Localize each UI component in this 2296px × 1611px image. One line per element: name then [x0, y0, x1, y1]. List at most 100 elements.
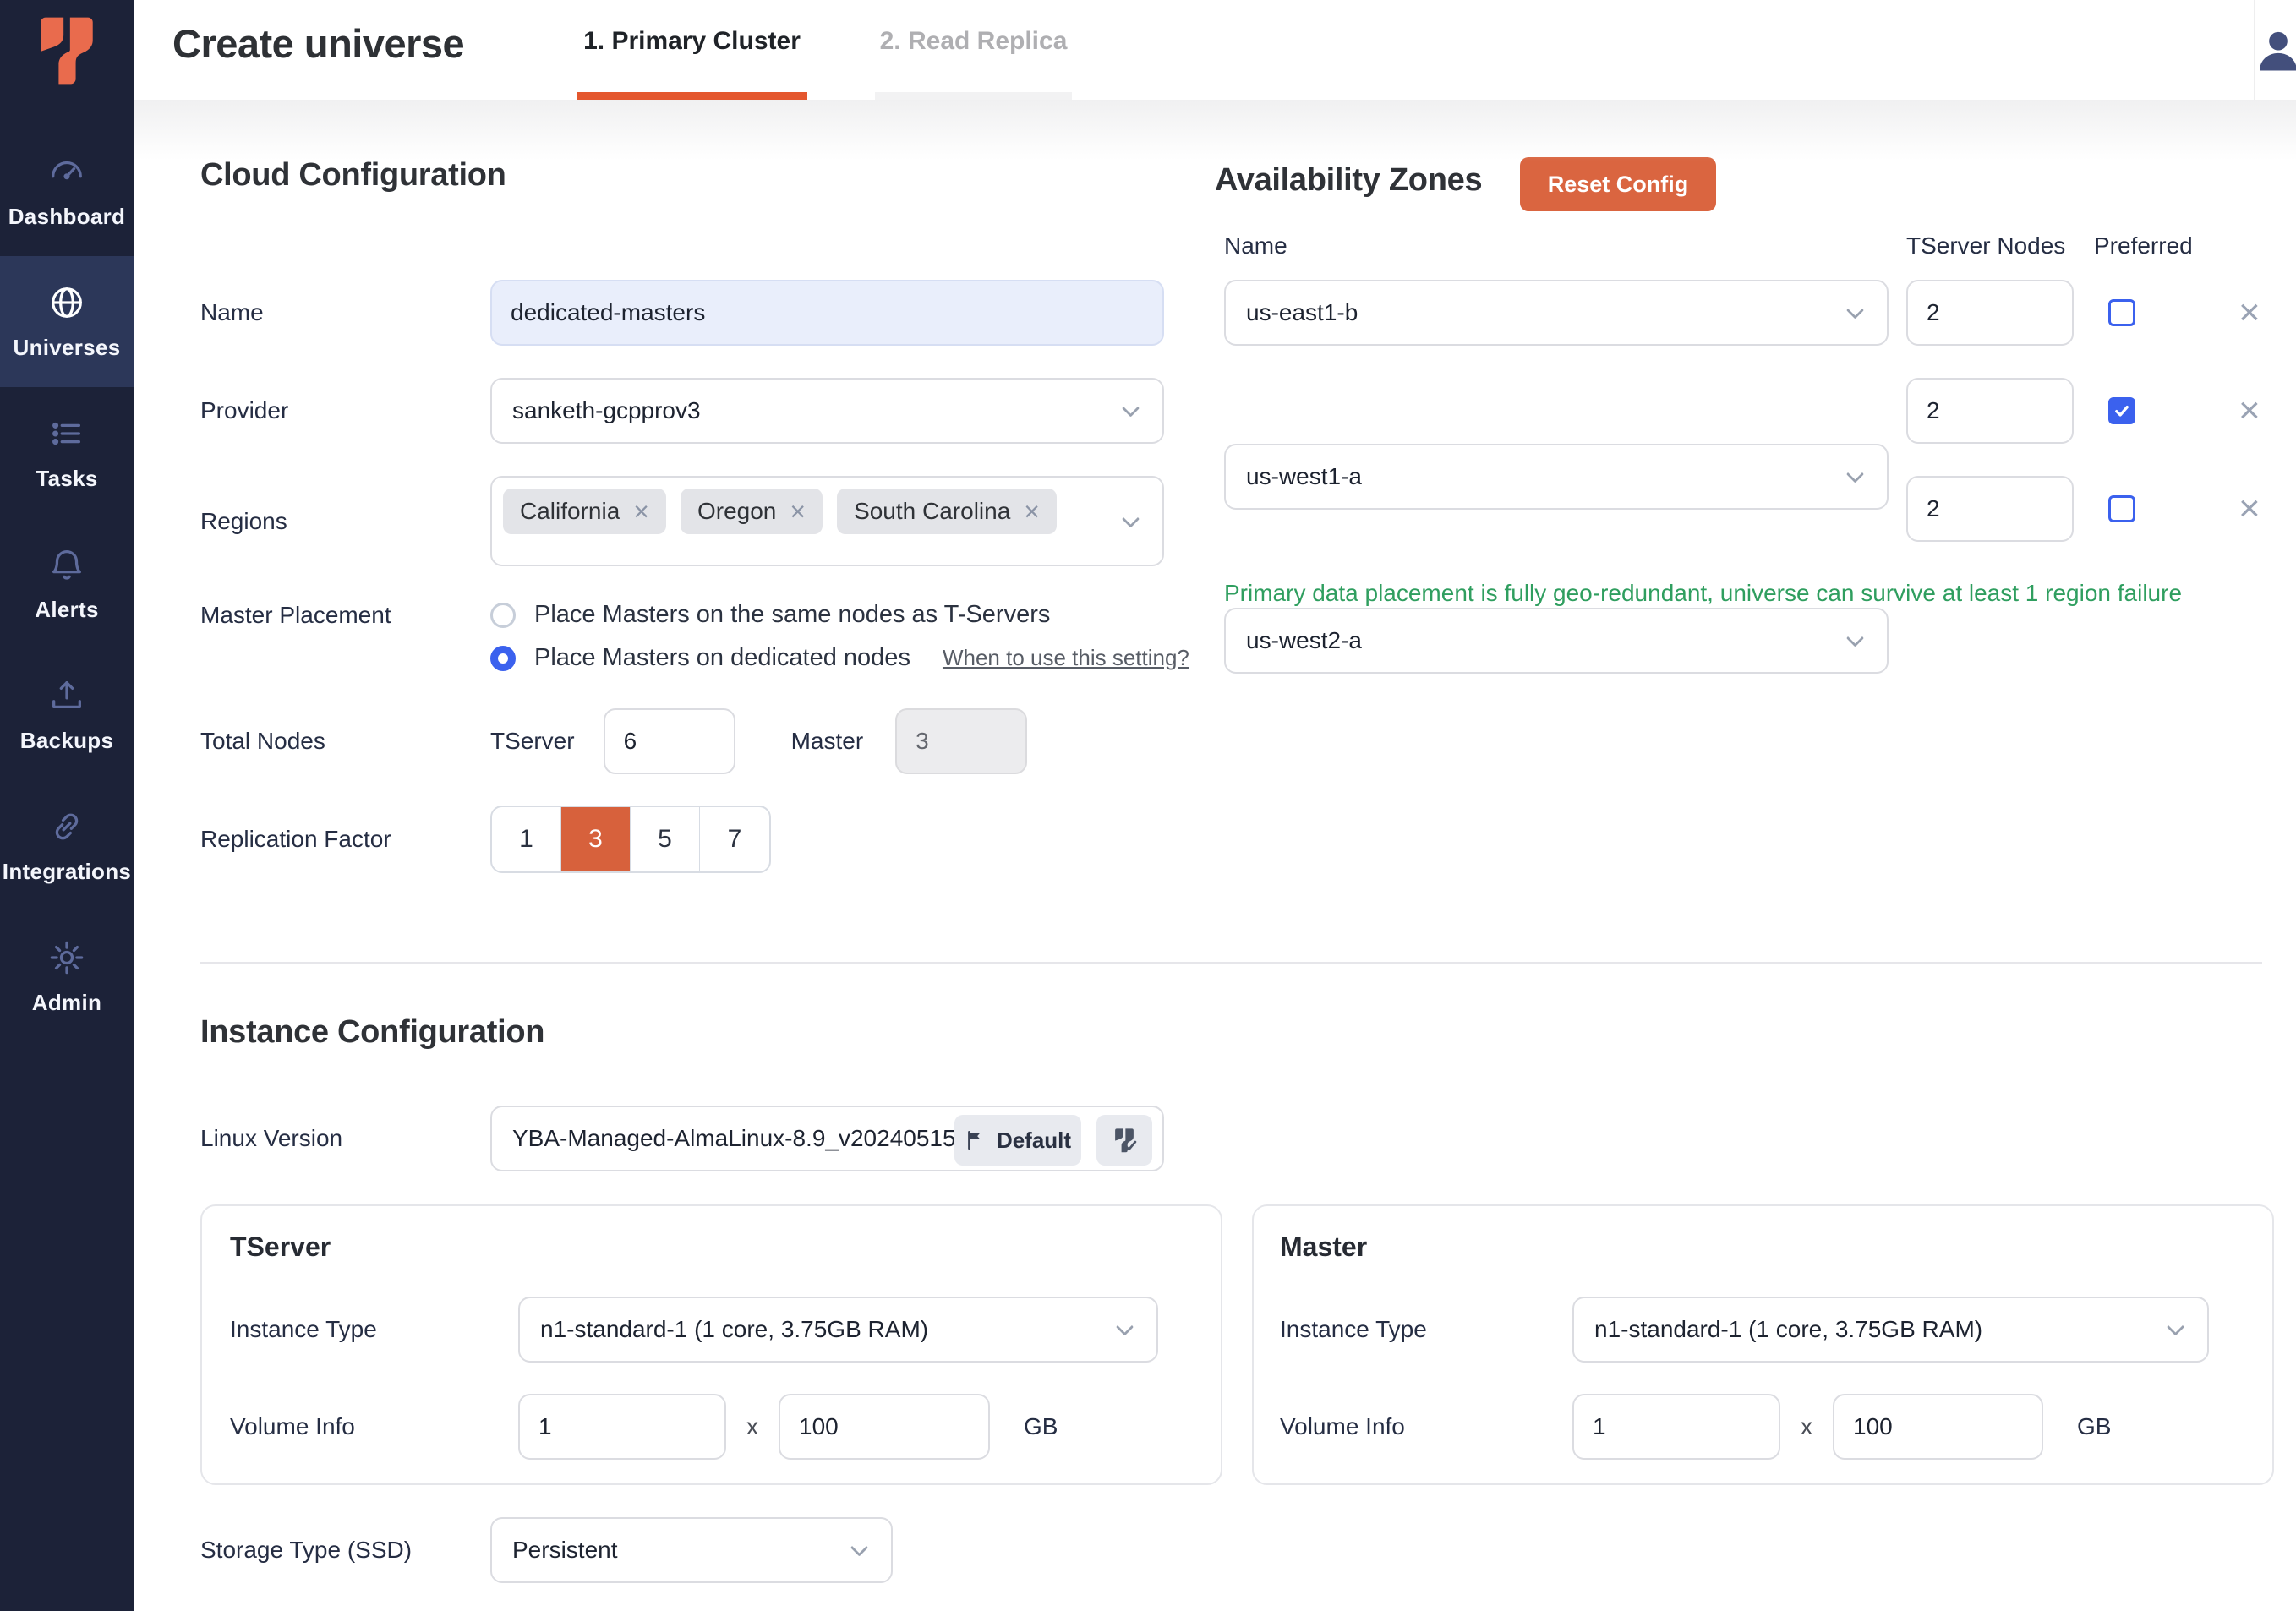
sidebar-item-backups[interactable]: Backups [0, 649, 134, 780]
tserver-card-title: TServer [230, 1231, 331, 1263]
provider-label: Provider [200, 397, 490, 424]
tab-primary-cluster[interactable]: 1. Primary Cluster [577, 0, 807, 100]
region-chip: California × [503, 489, 666, 534]
admin-icon [47, 938, 86, 981]
yugabyte-logo-icon [0, 0, 134, 100]
check-icon [2113, 402, 2131, 419]
rf-option-3-selected[interactable]: 3 [561, 807, 631, 871]
master-nodes-input [895, 708, 1027, 774]
instance-type-label: Instance Type [1280, 1316, 1572, 1343]
sidebar-item-tasks[interactable]: Tasks [0, 387, 134, 518]
total-nodes-label: Total Nodes [200, 728, 490, 755]
sidebar-item-label: Alerts [35, 597, 99, 623]
replication-factor-row: Replication Factor 1 3 5 7 [200, 806, 771, 872]
storage-type-select[interactable]: Persistent [490, 1517, 893, 1583]
sidebar-item-label: Universes [14, 335, 121, 361]
tserver-volume-row: Volume Info x GB [230, 1394, 1058, 1460]
tserver-count-label: TServer [490, 728, 575, 755]
master-instance-type-select[interactable]: n1-standard-1 (1 core, 3.75GB RAM) [1572, 1297, 2209, 1363]
radio-unselected-icon[interactable] [490, 603, 516, 628]
tserver-volume-count-input[interactable] [518, 1394, 726, 1460]
reset-config-button[interactable]: Reset Config [1520, 157, 1716, 211]
master-volume-size-input[interactable] [1833, 1394, 2043, 1460]
user-avatar-icon[interactable] [2252, 24, 2296, 80]
preferred-checkbox-unchecked[interactable] [2108, 495, 2135, 522]
volume-info-label: Volume Info [230, 1413, 518, 1440]
rf-option-5[interactable]: 5 [631, 807, 700, 871]
chip-remove-icon[interactable]: × [633, 498, 649, 525]
inactive-tab-underline [875, 92, 1072, 100]
rf-option-1[interactable]: 1 [492, 807, 561, 871]
sidebar: Dashboard Universes Tasks Alerts [0, 0, 134, 1611]
placement-option-dedicated-nodes[interactable]: Place Masters on dedicated nodes When to… [490, 644, 1189, 672]
instance-type-label: Instance Type [230, 1316, 518, 1343]
sidebar-item-integrations[interactable]: Integrations [0, 780, 134, 911]
chevron-down-icon [850, 1538, 868, 1556]
linux-version-field[interactable]: YBA-Managed-AlmaLinux-8.9_v20240515 Defa… [490, 1106, 1164, 1171]
regions-multiselect[interactable]: California × Oregon × South Carolina × [490, 476, 1164, 566]
when-to-use-link[interactable]: When to use this setting? [943, 645, 1189, 671]
radio-selected-icon[interactable] [490, 646, 516, 671]
header-shadow [134, 100, 2296, 161]
universe-name-input[interactable] [490, 280, 1164, 346]
az-col-tserver-nodes: TServer Nodes [1906, 232, 2065, 259]
az-col-preferred: Preferred [2094, 232, 2193, 259]
close-icon[interactable]: × [2239, 490, 2260, 527]
tserver-nodes-input[interactable] [604, 708, 735, 774]
chip-remove-icon[interactable]: × [1024, 498, 1040, 525]
replication-factor-label: Replication Factor [200, 826, 490, 853]
name-label: Name [200, 299, 490, 326]
az-nodes-input[interactable] [1906, 378, 2074, 444]
page-title: Create universe [172, 20, 464, 67]
chevron-down-icon [1846, 301, 1864, 319]
regions-label: Regions [200, 508, 490, 535]
name-row: Name [200, 280, 1164, 346]
rf-option-7[interactable]: 7 [700, 807, 769, 871]
sidebar-item-universes[interactable]: Universes [0, 256, 134, 387]
chip-remove-icon[interactable]: × [790, 498, 806, 525]
volume-unit: GB [2077, 1413, 2111, 1440]
tab-read-replica[interactable]: 2. Read Replica [875, 0, 1072, 100]
provider-select[interactable]: sanketh-gcpprov3 [490, 378, 1164, 444]
master-placement-options: Place Masters on the same nodes as T-Ser… [490, 601, 1189, 672]
close-icon[interactable]: × [2239, 294, 2260, 331]
linux-version-row: Linux Version YBA-Managed-AlmaLinux-8.9_… [200, 1106, 1164, 1171]
region-chip: South Carolina × [837, 489, 1057, 534]
volume-multiplier: x [746, 1413, 758, 1440]
sidebar-item-label: Admin [32, 990, 101, 1016]
storage-type-label: Storage Type (SSD) [200, 1537, 490, 1564]
az-zone-select[interactable]: us-east1-b [1224, 280, 1889, 346]
master-volume-count-input[interactable] [1572, 1394, 1780, 1460]
close-icon[interactable]: × [2239, 392, 2260, 429]
sidebar-item-alerts[interactable]: Alerts [0, 518, 134, 649]
sidebar-item-admin[interactable]: Admin [0, 911, 134, 1042]
az-zone-select[interactable]: us-west2-a [1224, 608, 1889, 674]
chevron-down-icon [1122, 510, 1140, 527]
az-nodes-input[interactable] [1906, 280, 2074, 346]
tserver-instance-type-row: Instance Type n1-standard-1 (1 core, 3.7… [230, 1297, 1158, 1363]
section-divider [200, 962, 2262, 964]
linux-version-label: Linux Version [200, 1125, 490, 1152]
master-volume-row: Volume Info x GB [1280, 1394, 2111, 1460]
placement-option-same-nodes[interactable]: Place Masters on the same nodes as T-Ser… [490, 601, 1189, 629]
tserver-instance-type-select[interactable]: n1-standard-1 (1 core, 3.75GB RAM) [518, 1297, 1158, 1363]
volume-info-label: Volume Info [1280, 1413, 1572, 1440]
linux-version-value: YBA-Managed-AlmaLinux-8.9_v20240515 [512, 1125, 956, 1152]
master-card: Master Instance Type n1-standard-1 (1 co… [1252, 1204, 2274, 1485]
sidebar-item-dashboard[interactable]: Dashboard [0, 125, 134, 256]
provider-row: Provider sanketh-gcpprov3 [200, 378, 1164, 444]
default-badge: Default [954, 1115, 1081, 1166]
replication-factor-control: 1 3 5 7 [490, 806, 771, 873]
tserver-volume-size-input[interactable] [779, 1394, 990, 1460]
sidebar-item-label: Dashboard [8, 204, 126, 230]
flag-icon [965, 1128, 987, 1152]
preferred-checkbox-unchecked[interactable] [2108, 299, 2135, 326]
availability-zones-heading: Availability Zones [1215, 162, 1482, 199]
az-zone-select[interactable]: us-west1-a [1224, 444, 1889, 510]
az-nodes-input[interactable] [1906, 476, 2074, 542]
yba-managed-icon[interactable] [1096, 1115, 1152, 1166]
master-placement-label: Master Placement [200, 602, 391, 629]
chevron-down-icon [1846, 629, 1864, 647]
provider-value: sanketh-gcpprov3 [512, 397, 701, 424]
preferred-checkbox-checked[interactable] [2108, 397, 2135, 424]
